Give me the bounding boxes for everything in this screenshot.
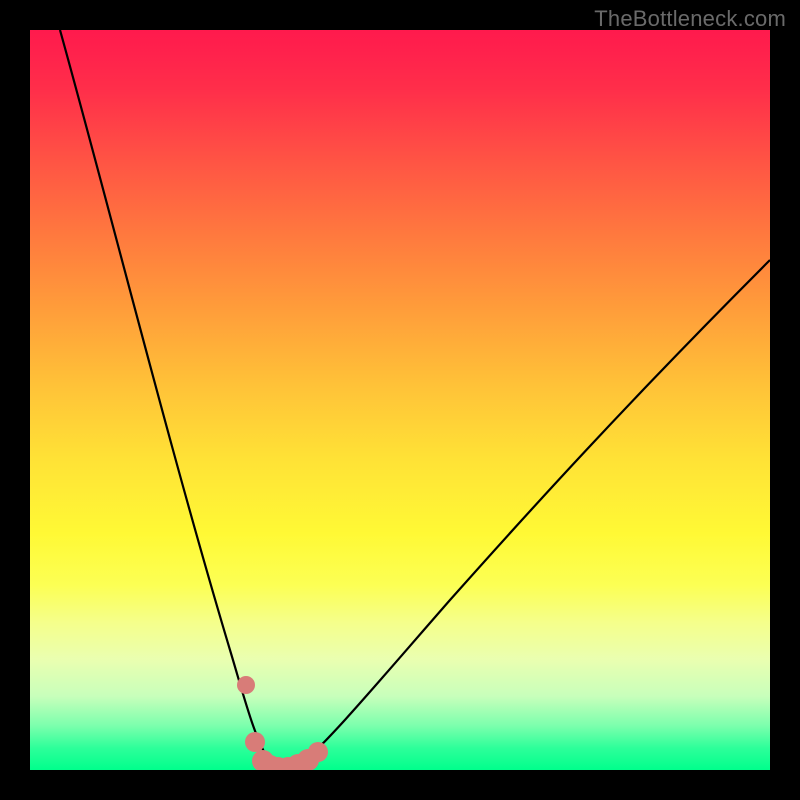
- watermark-text: TheBottleneck.com: [594, 6, 786, 32]
- bottleneck-curve: [60, 30, 770, 768]
- chart-frame: [30, 30, 770, 770]
- chart-svg: [30, 30, 770, 770]
- highlight-dots: [237, 676, 328, 770]
